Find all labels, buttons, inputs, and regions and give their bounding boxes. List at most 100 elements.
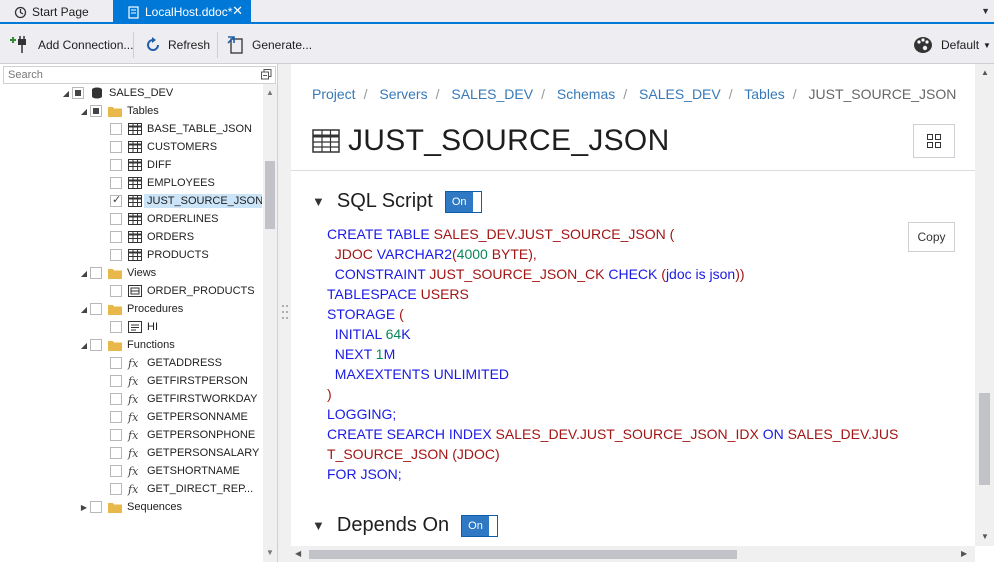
drag-handle-icon[interactable] xyxy=(279,302,291,322)
tree-node-function[interactable]: fx GETPERSONNAME xyxy=(98,408,248,426)
section-title: SQL Script xyxy=(336,190,433,212)
collapse-arrow-icon[interactable]: ◢ xyxy=(78,269,90,278)
scrollbar-thumb[interactable] xyxy=(309,550,737,559)
scroll-up-icon[interactable]: ▲ xyxy=(266,88,274,97)
breadcrumb-link[interactable]: Schemas xyxy=(557,86,615,102)
sql-token: ( xyxy=(399,306,404,322)
tree-node-table[interactable]: EMPLOYEES xyxy=(98,174,215,192)
scroll-down-icon[interactable]: ▼ xyxy=(981,532,989,541)
tree-node-function[interactable]: fx GETSHORTNAME xyxy=(98,462,240,480)
tree-node-label: ORDER_PRODUCTS xyxy=(147,285,255,297)
tab-list-dropdown-icon[interactable]: ▼ xyxy=(981,6,990,16)
tree-node-sales-dev[interactable]: ◢ SALES_DEV xyxy=(60,84,173,102)
breadcrumb-link[interactable]: Tables xyxy=(744,86,784,102)
tree-node-function[interactable]: fx GETPERSONPHONE xyxy=(98,426,255,444)
tree-node-function[interactable]: fx GETPERSONSALARY xyxy=(98,444,259,462)
tree-checkbox[interactable] xyxy=(110,193,122,207)
tree-node-procedure[interactable]: HI xyxy=(98,318,158,336)
tree-node-function[interactable]: fx GETFIRSTWORKDAY xyxy=(98,390,257,408)
tree-checkbox[interactable] xyxy=(90,303,102,315)
depends-on-section-header[interactable]: ▼ Depends On On xyxy=(312,514,498,537)
tree-checkbox[interactable] xyxy=(110,141,122,153)
tree-checkbox[interactable] xyxy=(110,483,122,495)
tree-node-views[interactable]: ◢ Views xyxy=(78,264,156,282)
sql-line: NEXT 1M xyxy=(327,344,898,364)
scroll-up-icon[interactable]: ▲ xyxy=(981,68,989,77)
tree-checkbox[interactable] xyxy=(110,213,122,225)
tree-checkbox[interactable] xyxy=(110,159,122,171)
procedure-icon xyxy=(128,321,142,333)
tree-checkbox[interactable] xyxy=(110,393,122,405)
add-connection-button[interactable]: Add Connection... xyxy=(10,32,133,58)
search-placeholder: Search xyxy=(8,69,43,81)
breadcrumb-link[interactable]: SALES_DEV xyxy=(639,86,721,102)
refresh-button[interactable]: Refresh xyxy=(144,32,210,58)
tree-scrollbar[interactable]: ▲ ▼ xyxy=(263,84,277,562)
tree-node-functions[interactable]: ◢ Functions xyxy=(78,336,175,354)
tree-node-table[interactable]: CUSTOMERS xyxy=(98,138,217,156)
layout-toggle-button[interactable] xyxy=(913,124,955,158)
generate-button[interactable]: Generate... xyxy=(226,32,312,58)
tree-checkbox[interactable] xyxy=(72,87,84,99)
theme-dropdown[interactable]: Default ▼ xyxy=(913,32,991,58)
tree-node-view[interactable]: ORDER_PRODUCTS xyxy=(98,282,255,300)
panel-splitter[interactable] xyxy=(279,64,291,562)
search-input[interactable]: Search xyxy=(3,66,276,84)
tree-node-tables[interactable]: ◢ Tables xyxy=(78,102,159,120)
tree-checkbox[interactable] xyxy=(110,465,122,477)
copy-button[interactable]: Copy xyxy=(908,222,955,252)
tree-checkbox[interactable] xyxy=(90,339,102,351)
collapse-all-icon[interactable] xyxy=(261,69,272,80)
tab-start-page[interactable]: Start Page xyxy=(0,0,100,24)
sql-script-toggle[interactable]: On xyxy=(444,190,482,213)
tree-checkbox[interactable] xyxy=(110,249,122,261)
collapse-arrow-icon[interactable]: ◢ xyxy=(78,305,90,314)
tree-node-label: Sequences xyxy=(127,501,183,513)
tree-checkbox[interactable] xyxy=(110,123,122,135)
tree-checkbox[interactable] xyxy=(110,429,122,441)
collapse-arrow-icon[interactable]: ◢ xyxy=(78,107,90,116)
tree-checkbox[interactable] xyxy=(110,447,122,459)
tree-node-table-selected[interactable]: JUST_SOURCE_JSON xyxy=(98,192,262,210)
tree-node-table[interactable]: BASE_TABLE_JSON xyxy=(98,120,252,138)
scroll-down-icon[interactable]: ▼ xyxy=(266,548,274,557)
tree-checkbox[interactable] xyxy=(90,267,102,279)
tree-checkbox[interactable] xyxy=(110,321,122,333)
breadcrumb-link[interactable]: Servers xyxy=(379,86,427,102)
breadcrumb-link[interactable]: Project xyxy=(312,86,356,102)
tree-node-table[interactable]: ORDERLINES xyxy=(98,210,219,228)
content-horizontal-scrollbar[interactable]: ◀ ▶ xyxy=(291,546,975,562)
collapse-arrow-icon[interactable]: ▼ xyxy=(312,518,325,533)
tree-node-function[interactable]: fx GET_DIRECT_REP... xyxy=(98,480,253,498)
tree-checkbox[interactable] xyxy=(110,375,122,387)
tree-checkbox[interactable] xyxy=(90,501,102,513)
tree-node-procedures[interactable]: ◢ Procedures xyxy=(78,300,183,318)
tree-checkbox[interactable] xyxy=(110,177,122,189)
collapse-arrow-icon[interactable]: ◢ xyxy=(60,89,72,98)
divider xyxy=(291,170,975,171)
tree-checkbox[interactable] xyxy=(110,357,122,369)
tree-node-function[interactable]: fx GETFIRSTPERSON xyxy=(98,372,248,390)
tree-checkbox[interactable] xyxy=(110,411,122,423)
tree-node-table[interactable]: ORDERS xyxy=(98,228,194,246)
scroll-right-icon[interactable]: ▶ xyxy=(961,549,967,558)
collapse-arrow-icon[interactable]: ◢ xyxy=(78,341,90,350)
collapse-arrow-icon[interactable]: ▼ xyxy=(312,194,325,209)
breadcrumb-link[interactable]: SALES_DEV xyxy=(451,86,533,102)
tree-node-function[interactable]: fx GETADDRESS xyxy=(98,354,222,372)
tree-node-table[interactable]: DIFF xyxy=(98,156,171,174)
tree-node-sequences[interactable]: ▶ Sequences xyxy=(78,498,182,516)
tree-checkbox[interactable] xyxy=(110,231,122,243)
content-vertical-scrollbar[interactable]: ▲ ▼ xyxy=(975,64,994,546)
tree-checkbox[interactable] xyxy=(90,105,102,117)
tree-node-table[interactable]: PRODUCTS xyxy=(98,246,209,264)
expand-arrow-icon[interactable]: ▶ xyxy=(78,503,90,512)
tree-checkbox[interactable] xyxy=(110,285,122,297)
scroll-left-icon[interactable]: ◀ xyxy=(295,549,301,558)
tab-localhost-ddoc[interactable]: LocalHost.ddoc* ✕ xyxy=(113,0,251,24)
scrollbar-thumb[interactable] xyxy=(979,393,990,485)
depends-on-toggle[interactable]: On xyxy=(461,514,498,537)
sql-script-section-header[interactable]: ▼ SQL Script On xyxy=(312,190,482,213)
scrollbar-thumb[interactable] xyxy=(265,161,275,229)
close-icon[interactable]: ✕ xyxy=(232,3,243,19)
